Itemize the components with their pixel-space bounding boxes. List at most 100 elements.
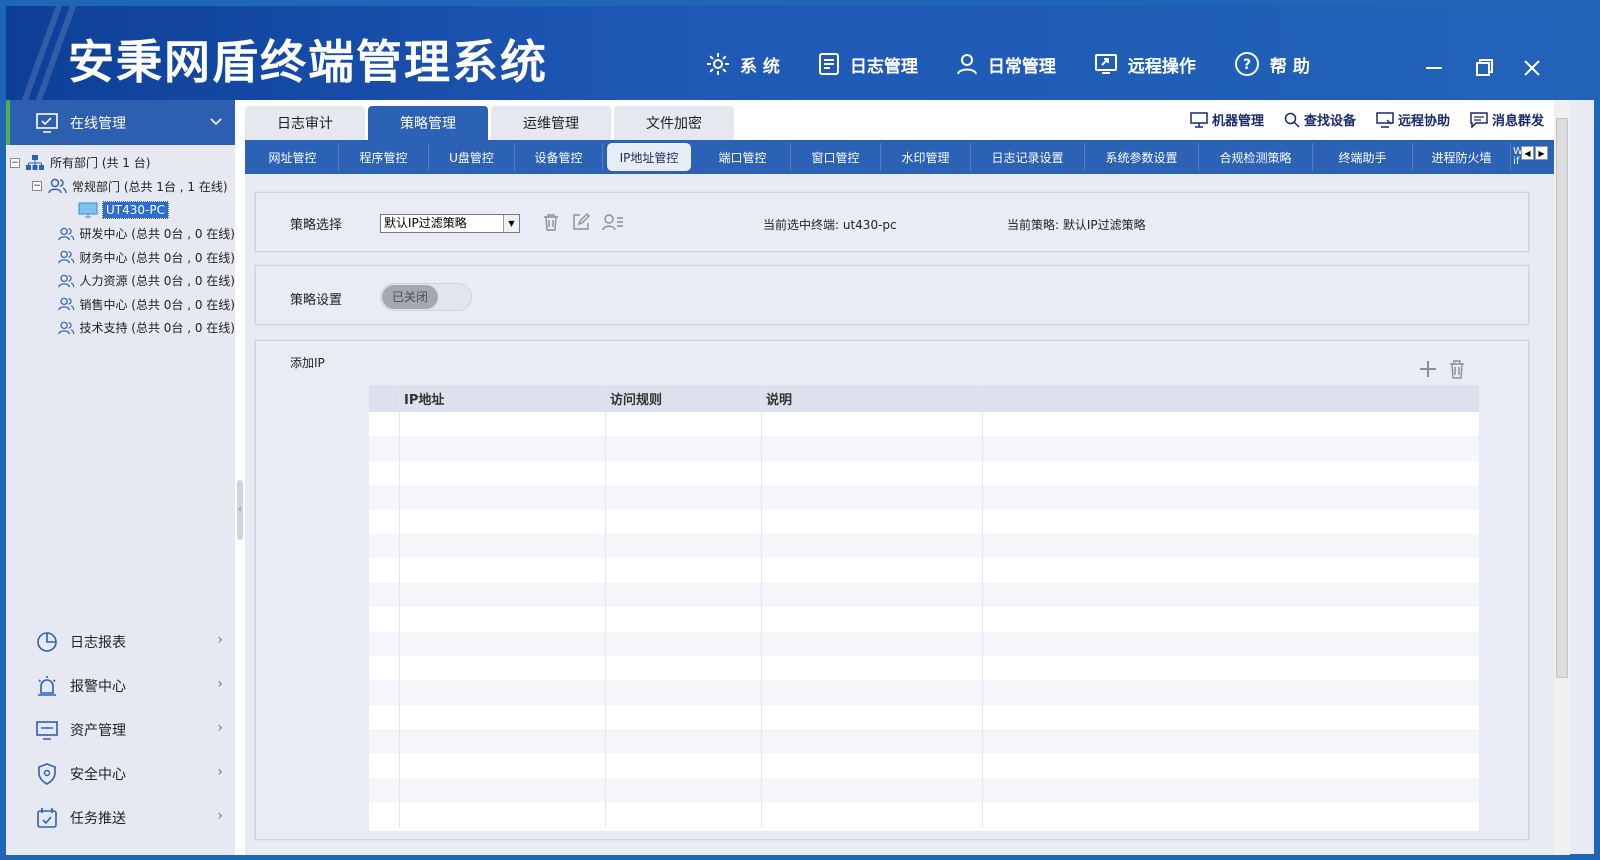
sidebar-online-management[interactable]: 在线管理 [6, 100, 235, 145]
table-row[interactable] [369, 802, 1479, 827]
sidebar-item-log-report[interactable]: 日志报表 › [6, 620, 235, 664]
table-row[interactable] [369, 412, 1479, 437]
table-cell [369, 704, 400, 730]
policy-toggle[interactable]: 已关闭 [380, 283, 472, 311]
add-icon[interactable] [1418, 359, 1438, 379]
subtab-url-control[interactable]: 网址管控 [247, 143, 339, 171]
subtab-log-settings[interactable]: 日志记录设置 [971, 143, 1085, 171]
table-cell [369, 777, 400, 803]
table-cell [400, 655, 606, 681]
tab-log-audit[interactable]: 日志审计 [245, 106, 365, 140]
table-row[interactable] [369, 704, 1479, 730]
tree-department-label: 技术支持 (总共 0台 , 0 在线) [79, 321, 235, 336]
subtab-process-firewall[interactable]: 进程防火墙 [1413, 143, 1511, 171]
table-cell [762, 753, 983, 778]
menu-remote-operation[interactable]: 远程操作 [1094, 52, 1196, 77]
assign-user-icon[interactable] [602, 213, 624, 231]
subtab-system-params[interactable]: 系统参数设置 [1085, 143, 1199, 171]
minimize-icon[interactable] [1424, 58, 1444, 78]
search-icon [1284, 112, 1300, 128]
subtab-compliance-policy[interactable]: 合规检测策略 [1199, 143, 1313, 171]
table-row[interactable] [369, 485, 1479, 510]
close-icon[interactable] [1522, 58, 1542, 78]
table-row[interactable] [369, 533, 1479, 559]
subtab-port-control[interactable]: 端口管控 [695, 143, 791, 171]
tree-department[interactable]: 研发中心 (总共 0台 , 0 在线) [10, 222, 235, 246]
table-row[interactable] [369, 582, 1479, 608]
col-description[interactable]: 说明 [762, 385, 983, 412]
table-cell [369, 582, 400, 608]
scroll-right-icon[interactable]: ▶ [1535, 146, 1548, 160]
menu-daily-management[interactable]: 日常管理 [956, 52, 1056, 77]
table-cell [400, 777, 606, 803]
menu-log-management-label: 日志管理 [849, 56, 918, 77]
sidebar-item-security-center[interactable]: 安全中心 › [6, 752, 235, 796]
col-ip-address[interactable]: IP地址 [400, 385, 606, 412]
collapse-toggle[interactable]: − [32, 181, 42, 192]
menu-help[interactable]: ? 帮 助 [1234, 51, 1310, 77]
vertical-scrollbar[interactable] [1554, 100, 1570, 855]
tree-computer[interactable]: UT430-PC [10, 198, 235, 222]
tree-department[interactable]: 技术支持 (总共 0台 , 0 在线) [10, 316, 235, 340]
subtab-watermark[interactable]: 水印管理 [881, 143, 971, 171]
table-actions [1418, 359, 1466, 379]
subtab-window-control[interactable]: 窗口管控 [791, 143, 881, 171]
table-row[interactable] [369, 460, 1479, 486]
col-access-rule[interactable]: 访问规则 [606, 385, 762, 412]
message-icon [1470, 111, 1488, 128]
trash-icon[interactable] [542, 213, 560, 231]
table-row[interactable] [369, 558, 1479, 583]
table-cell [400, 509, 606, 534]
tree-group[interactable]: − 常规部门 (总共 1台 , 1 在线) [10, 175, 235, 199]
table-row[interactable] [369, 680, 1479, 705]
scrollbar-thumb[interactable] [1556, 118, 1568, 678]
sidebar-item-task-push[interactable]: 任务推送 › [6, 796, 235, 840]
remote-assist-button[interactable]: 远程协助 [1376, 110, 1450, 129]
machine-management-button[interactable]: 机器管理 [1190, 110, 1264, 129]
sidebar-splitter[interactable]: ‹ [235, 100, 245, 855]
tool-label: 查找设备 [1303, 114, 1356, 129]
tree-department[interactable]: 人力资源 (总共 0台 , 0 在线) [10, 269, 235, 293]
table-row[interactable] [369, 509, 1479, 534]
sidebar-item-asset-management[interactable]: 资产管理 › [6, 708, 235, 752]
table-row[interactable] [369, 753, 1479, 778]
tree-department[interactable]: 销售中心 (总共 0台 , 0 在线) [10, 293, 235, 317]
trash-icon[interactable] [1448, 359, 1466, 379]
table-row[interactable] [369, 607, 1479, 632]
maximize-icon[interactable] [1474, 58, 1494, 78]
menu-log-management[interactable]: 日志管理 [818, 52, 918, 77]
table-cell [400, 680, 606, 705]
tab-ops-management[interactable]: 运维管理 [491, 106, 611, 140]
table-cell [400, 436, 606, 461]
table-cell [983, 412, 1479, 436]
policy-dropdown[interactable]: 默认IP过滤策略 ▼ [380, 214, 520, 233]
shield-icon [38, 763, 56, 785]
menu-system[interactable]: 系 统 [706, 52, 780, 77]
tree-department-label: 财务中心 (总共 0台 , 0 在线) [79, 250, 235, 265]
tree-department[interactable]: 财务中心 (总共 0台 , 0 在线) [10, 245, 235, 269]
table-cell [762, 631, 983, 656]
subtab-device-control[interactable]: 设备管控 [515, 143, 603, 171]
table-cell [369, 729, 400, 754]
tab-policy-management[interactable]: 策略管理 [368, 106, 488, 140]
broadcast-message-button[interactable]: 消息群发 [1470, 110, 1544, 129]
subtab-ip-control[interactable]: IP地址管控 [607, 143, 691, 171]
sidebar-item-alarm-center[interactable]: 报警中心 › [6, 664, 235, 708]
collapse-toggle[interactable]: − [10, 157, 20, 168]
tree-root[interactable]: − 所有部门 (共 1 台) [10, 151, 235, 175]
table-cell [606, 558, 762, 583]
subtab-program-control[interactable]: 程序管控 [339, 143, 429, 171]
table-row[interactable] [369, 729, 1479, 754]
scroll-left-icon[interactable]: ◀ [1521, 146, 1534, 160]
table-row[interactable] [369, 655, 1479, 681]
monitor-check-icon [36, 112, 58, 133]
subtab-terminal-assistant[interactable]: 终端助手 [1313, 143, 1413, 171]
table-row[interactable] [369, 436, 1479, 461]
collapse-handle[interactable]: ‹ [237, 480, 243, 540]
table-row[interactable] [369, 631, 1479, 656]
tab-file-encryption[interactable]: 文件加密 [614, 106, 734, 140]
subtab-usb-control[interactable]: U盘管控 [429, 143, 515, 171]
table-row[interactable] [369, 777, 1479, 803]
edit-icon[interactable] [572, 213, 590, 231]
find-device-button[interactable]: 查找设备 [1284, 110, 1356, 129]
